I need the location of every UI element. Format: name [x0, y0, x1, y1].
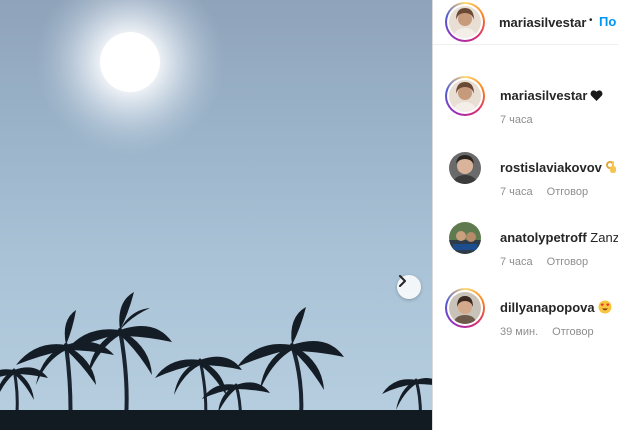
comment-username[interactable]: mariasilvestar — [500, 88, 603, 105]
black-heart-emoji — [590, 90, 603, 105]
comment-meta: 7 часа Отговор — [500, 186, 588, 198]
comment-meta: 7 часа Отговор — [500, 256, 588, 268]
comment-meta: 39 мин. Отговор — [500, 326, 594, 338]
chevron-right-icon — [399, 275, 406, 287]
header-separator: • — [589, 15, 593, 26]
header-avatar[interactable] — [445, 2, 485, 42]
comment-avatar[interactable] — [445, 148, 485, 188]
follow-button[interactable]: По — [599, 14, 616, 29]
comment-text: Zanz — [590, 230, 618, 245]
next-image-button[interactable] — [397, 275, 421, 299]
reply-button[interactable]: Отговор — [547, 186, 588, 198]
post-header: mariasilvestar • По — [433, 0, 618, 45]
ok-hand-emoji — [605, 160, 617, 177]
comments-panel: mariasilvestar • По mariasilvestar 7 час… — [433, 0, 618, 430]
reply-button[interactable]: Отговор — [552, 326, 593, 338]
comment-username[interactable]: anatolypetroff Zanz — [500, 230, 618, 245]
header-username[interactable]: mariasilvestar — [499, 15, 586, 30]
comment-meta: 7 часа — [500, 114, 533, 126]
tree-line — [0, 410, 432, 430]
comment-avatar[interactable] — [445, 288, 485, 328]
reply-button[interactable]: Отговор — [547, 256, 588, 268]
comment-username[interactable]: rostislaviakovov — [500, 160, 617, 177]
heart-eyes-emoji — [598, 300, 612, 317]
comment-avatar[interactable] — [445, 76, 485, 116]
comment-avatar[interactable] — [445, 218, 485, 258]
palm-fronds — [0, 292, 432, 413]
comment-username[interactable]: dillyanapopova — [500, 300, 612, 317]
comment-time: 7 часа — [500, 256, 533, 268]
comment-time: 7 часа — [500, 186, 533, 198]
sun-core — [100, 32, 160, 92]
comment-time: 39 мин. — [500, 326, 539, 338]
comment-time: 7 часа — [500, 114, 533, 126]
post-photo[interactable] — [0, 0, 432, 430]
post-photo-art — [0, 0, 432, 430]
